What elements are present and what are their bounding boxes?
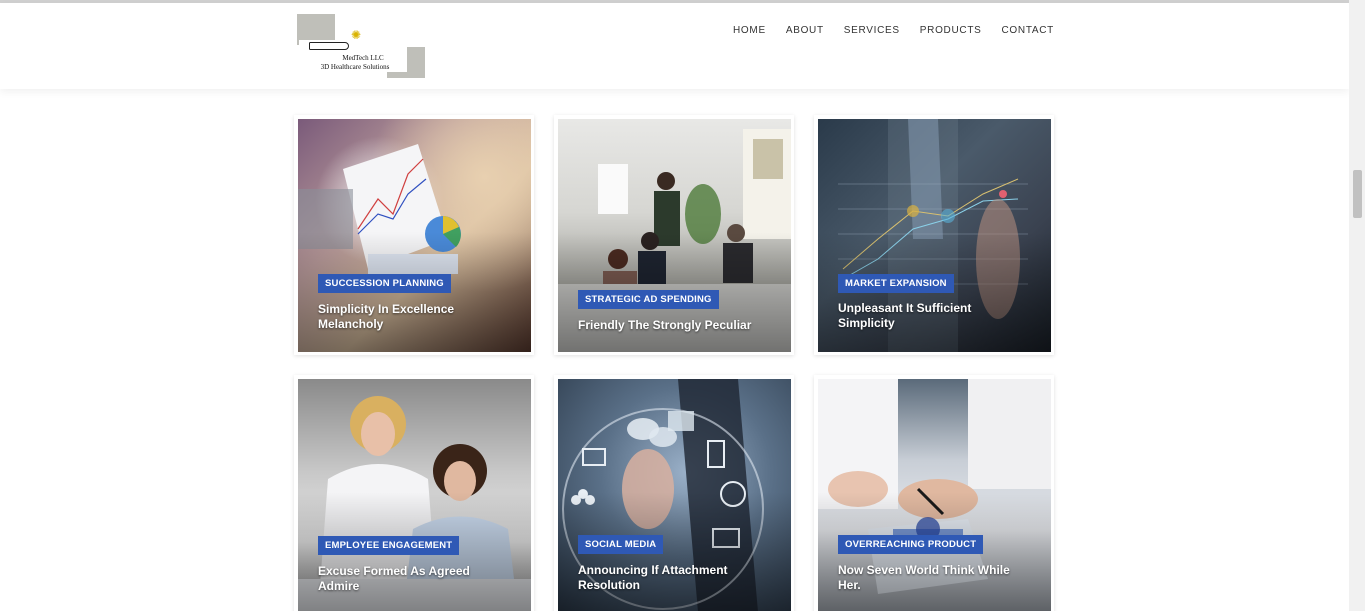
site-logo[interactable]: ✺ MedTech LLC 3D Healthcare Solutions — [297, 14, 425, 78]
post-card[interactable]: SUCCESSION PLANNING Simplicity In Excell… — [294, 115, 534, 355]
logo-tagline: 3D Healthcare Solutions — [320, 63, 390, 71]
category-badge[interactable]: MARKET EXPANSION — [838, 274, 954, 293]
post-title[interactable]: Simplicity In Excellence Melancholy — [318, 302, 508, 332]
post-card[interactable]: EMPLOYEE ENGAGEMENT Excuse Formed As Agr… — [294, 375, 534, 611]
post-card[interactable]: STRATEGIC AD SPENDING Friendly The Stron… — [554, 115, 794, 355]
category-badge[interactable]: SUCCESSION PLANNING — [318, 274, 451, 293]
logo-company-name: MedTech LLC — [342, 54, 384, 62]
site-header: ✺ MedTech LLC 3D Healthcare Solutions HO… — [0, 3, 1349, 89]
post-title[interactable]: Unpleasant It Sufficient Simplicity — [838, 301, 1028, 331]
post-image[interactable]: STRATEGIC AD SPENDING Friendly The Stron… — [558, 119, 791, 352]
post-card[interactable]: SOCIAL MEDIA Announcing If Attachment Re… — [554, 375, 794, 611]
category-badge[interactable]: STRATEGIC AD SPENDING — [578, 290, 719, 309]
sun-icon: ✺ — [351, 28, 362, 42]
post-image[interactable]: SOCIAL MEDIA Announcing If Attachment Re… — [558, 379, 791, 611]
category-badge[interactable]: EMPLOYEE ENGAGEMENT — [318, 536, 460, 555]
nav-contact[interactable]: CONTACT — [1002, 25, 1055, 36]
nav-home[interactable]: HOME — [733, 25, 766, 36]
nav-about[interactable]: ABOUT — [786, 25, 824, 36]
post-image[interactable]: SUCCESSION PLANNING Simplicity In Excell… — [298, 119, 531, 352]
nav-products[interactable]: PRODUCTS — [920, 25, 982, 36]
hand-icon — [309, 42, 349, 50]
nav-services[interactable]: SERVICES — [844, 25, 900, 36]
post-image[interactable]: OVERREACHING PRODUCT Now Seven World Thi… — [818, 379, 1051, 611]
scrollbar-thumb[interactable] — [1353, 170, 1362, 218]
post-card[interactable]: OVERREACHING PRODUCT Now Seven World Thi… — [814, 375, 1054, 611]
main-nav: HOME ABOUT SERVICES PRODUCTS CONTACT — [733, 25, 1054, 36]
post-title[interactable]: Friendly The Strongly Peculiar — [578, 318, 768, 333]
category-badge[interactable]: OVERREACHING PRODUCT — [838, 535, 984, 554]
post-image[interactable]: EMPLOYEE ENGAGEMENT Excuse Formed As Agr… — [298, 379, 531, 611]
post-image[interactable]: MARKET EXPANSION Unpleasant It Sufficien… — [818, 119, 1051, 352]
post-title[interactable]: Excuse Formed As Agreed Admire — [318, 564, 508, 594]
category-badge[interactable]: SOCIAL MEDIA — [578, 535, 664, 554]
post-title[interactable]: Announcing If Attachment Resolution — [578, 563, 768, 593]
post-title[interactable]: Now Seven World Think While Her. — [838, 563, 1028, 593]
vertical-scrollbar[interactable] — [1349, 0, 1365, 611]
post-card[interactable]: MARKET EXPANSION Unpleasant It Sufficien… — [814, 115, 1054, 355]
